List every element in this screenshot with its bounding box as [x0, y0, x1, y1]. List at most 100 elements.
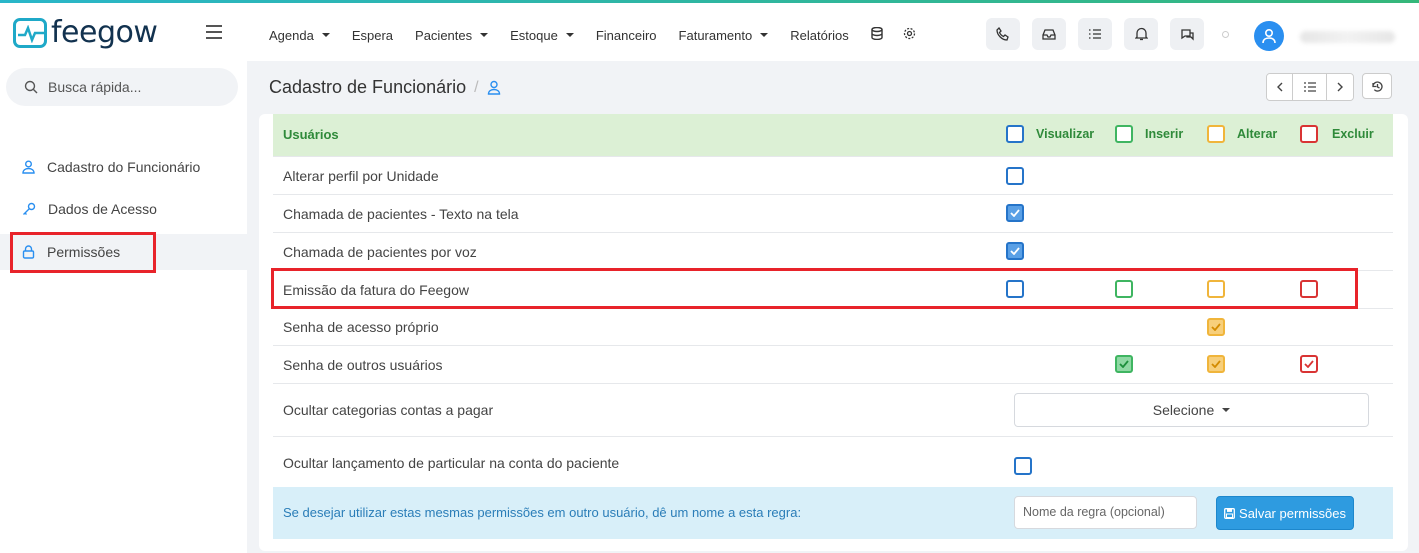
search-placeholder: Busca rápida...	[48, 79, 142, 95]
column-label-inserir: Inserir	[1145, 127, 1184, 141]
gear-icon[interactable]	[903, 27, 916, 43]
inbox-icon[interactable]	[1032, 18, 1066, 50]
user-icon	[487, 80, 500, 95]
save-icon	[1224, 507, 1235, 519]
logo[interactable]: feegow	[13, 15, 158, 50]
table-row: Chamada de pacientes por voz	[273, 233, 1393, 271]
checkbox-alterar[interactable]	[1207, 355, 1225, 373]
column-label-visualizar: Visualizar	[1036, 127, 1095, 141]
next-button[interactable]	[1327, 74, 1353, 100]
top-navbar: feegow Agenda Espera Pacientes Estoque F…	[0, 3, 1419, 61]
nav-faturamento[interactable]: Faturamento	[679, 28, 769, 43]
checkbox-alterar-all[interactable]	[1207, 125, 1225, 143]
caret-down-icon	[480, 33, 489, 37]
rule-name-input[interactable]: Nome da regra (opcional)	[1014, 496, 1197, 529]
nav-espera[interactable]: Espera	[352, 28, 393, 43]
sidebar-item-dados-acesso[interactable]: Dados de Acesso	[0, 191, 247, 227]
table-row: Senha de outros usuários	[273, 346, 1393, 384]
chat-icon[interactable]	[1170, 18, 1204, 50]
avatar[interactable]	[1254, 21, 1284, 51]
status-dot	[1222, 31, 1229, 38]
checkbox-inserir[interactable]	[1115, 355, 1133, 373]
table-row: Senha de acesso próprio	[273, 309, 1393, 346]
hamburger-menu-icon[interactable]	[206, 25, 222, 43]
user-icon	[22, 160, 35, 174]
list-icon	[1303, 82, 1316, 92]
save-rule-hint: Se desejar utilizar estas mesmas permiss…	[283, 505, 802, 520]
history-icon	[1371, 80, 1383, 92]
table-row: Alterar perfil por Unidade	[273, 157, 1393, 195]
phone-icon[interactable]	[986, 18, 1020, 50]
page-header: Cadastro de Funcionário /	[259, 61, 1419, 114]
sidebar-item-label: Cadastro do Funcionário	[47, 159, 201, 175]
checkbox-excluir[interactable]	[1300, 355, 1318, 373]
row-label: Ocultar lançamento de particular na cont…	[283, 455, 620, 471]
chevron-left-icon	[1276, 82, 1282, 92]
check-icon	[1211, 323, 1221, 331]
section-label: Usuários	[283, 127, 339, 142]
nav-relatorios[interactable]: Relatórios	[790, 28, 849, 43]
logo-icon	[13, 17, 47, 48]
checkbox-excluir-all[interactable]	[1300, 125, 1318, 143]
save-rule-bar: Se desejar utilizar estas mesmas permiss…	[273, 487, 1393, 539]
table-row: Chamada de pacientes - Texto na tela	[273, 195, 1393, 233]
chevron-right-icon	[1337, 82, 1343, 92]
row-label: Chamada de pacientes - Texto na tela	[283, 206, 519, 222]
bell-icon[interactable]	[1124, 18, 1158, 50]
check-icon	[1211, 360, 1221, 368]
row-label: Senha de acesso próprio	[283, 319, 439, 335]
checkbox-hide-private[interactable]	[1014, 457, 1032, 475]
sidebar-item-cadastro[interactable]: Cadastro do Funcionário	[0, 149, 247, 185]
checkbox-visualizar[interactable]	[1006, 242, 1024, 260]
checkbox-visualizar[interactable]	[1006, 204, 1024, 222]
caret-down-icon	[760, 33, 769, 37]
nav-agenda[interactable]: Agenda	[269, 28, 330, 43]
list-button[interactable]	[1293, 74, 1327, 100]
save-permissions-button[interactable]: Salvar permissões	[1216, 496, 1354, 530]
checkbox-visualizar-all[interactable]	[1006, 125, 1024, 143]
search-icon	[24, 80, 38, 94]
checklist-icon[interactable]	[1078, 18, 1112, 50]
column-label-excluir: Excluir	[1332, 127, 1374, 141]
select-value: Selecione	[1152, 402, 1215, 418]
nav-estoque[interactable]: Estoque	[510, 28, 574, 43]
checkbox-inserir-all[interactable]	[1115, 125, 1133, 143]
table-row: Ocultar categorias contas a pagar Seleci…	[273, 384, 1393, 437]
permissions-card: Usuários Visualizar Inserir Alterar Excl…	[259, 114, 1408, 551]
history-button[interactable]	[1362, 73, 1392, 99]
row-label: Chamada de pacientes por voz	[283, 244, 477, 260]
sidebar: Busca rápida... Cadastro do Funcionário …	[0, 61, 247, 553]
table-row: Ocultar lançamento de particular na cont…	[273, 437, 1393, 489]
record-nav-group	[1266, 73, 1354, 101]
caret-down-icon	[321, 33, 330, 37]
highlight-box	[10, 232, 156, 273]
page-title: Cadastro de Funcionário	[269, 77, 467, 97]
logo-text: feegow	[51, 15, 158, 50]
header-buttons	[1266, 73, 1398, 101]
search-input[interactable]: Busca rápida...	[6, 68, 238, 106]
row-label: Senha de outros usuários	[283, 357, 443, 373]
save-button-label: Salvar permissões	[1239, 505, 1346, 521]
categories-select[interactable]: Selecione	[1014, 393, 1369, 427]
table-header: Usuários Visualizar Inserir Alterar Excl…	[273, 114, 1393, 157]
main-nav: Agenda Espera Pacientes Estoque Financei…	[269, 6, 936, 64]
caret-down-icon	[565, 33, 574, 37]
toolbar	[986, 18, 1216, 50]
row-label: Ocultar categorias contas a pagar	[283, 402, 494, 418]
highlight-box	[271, 268, 1358, 309]
nav-financeiro[interactable]: Financeiro	[596, 28, 657, 43]
previous-button[interactable]	[1267, 74, 1293, 100]
user-name-blurred	[1300, 31, 1395, 43]
database-icon[interactable]	[871, 26, 883, 43]
sidebar-item-label: Dados de Acesso	[48, 201, 157, 217]
row-label: Alterar perfil por Unidade	[283, 168, 439, 184]
checkbox-alterar[interactable]	[1207, 318, 1225, 336]
key-icon	[23, 202, 36, 215]
nav-pacientes[interactable]: Pacientes	[415, 28, 489, 43]
caret-down-icon	[1222, 408, 1231, 412]
checkbox-visualizar[interactable]	[1006, 167, 1024, 185]
check-icon	[1304, 360, 1314, 368]
check-icon	[1010, 247, 1020, 255]
breadcrumb-separator: /	[474, 78, 479, 96]
check-icon	[1010, 209, 1020, 217]
